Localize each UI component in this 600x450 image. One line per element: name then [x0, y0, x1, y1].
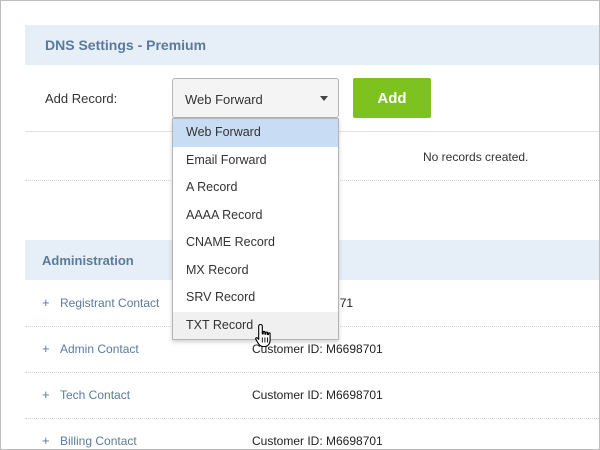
dns-settings-panel: DNS Settings - Premium Add Record: Web F… — [0, 0, 600, 450]
plus-icon[interactable]: + — [42, 280, 50, 326]
record-type-option[interactable]: Email Forward — [173, 147, 338, 175]
caret-down-icon — [320, 96, 328, 101]
contact-link[interactable]: Admin Contact — [60, 326, 139, 372]
contact-link[interactable]: Tech Contact — [60, 372, 130, 418]
plus-icon[interactable]: + — [42, 418, 50, 449]
record-type-selected-value: Web Forward — [185, 92, 263, 107]
contact-row-tech: + Tech Contact Customer ID: M6698701 — [25, 372, 599, 418]
administration-title: Administration — [42, 253, 134, 268]
add-record-label: Add Record: — [45, 91, 118, 106]
contact-link[interactable]: Billing Contact — [60, 418, 137, 449]
no-records-message: No records created. — [423, 150, 529, 164]
record-type-option[interactable]: Web Forward — [173, 119, 338, 147]
record-type-option[interactable]: CNAME Record — [173, 229, 338, 257]
record-type-option[interactable]: SRV Record — [173, 284, 338, 312]
record-type-option[interactable]: MX Record — [173, 257, 338, 285]
hand-pointer-icon — [255, 323, 271, 348]
add-record-button[interactable]: Add — [353, 78, 431, 118]
plus-icon[interactable]: + — [42, 372, 50, 418]
plus-icon[interactable]: + — [42, 326, 50, 372]
customer-id-value: Customer ID: M6698701 — [252, 388, 383, 402]
record-type-option[interactable]: A Record — [173, 174, 338, 202]
dns-settings-title: DNS Settings - Premium — [45, 37, 207, 53]
contact-link[interactable]: Registrant Contact — [60, 280, 159, 326]
dns-settings-header: DNS Settings - Premium — [25, 25, 599, 65]
contact-row-billing: + Billing Contact Customer ID: M6698701 — [25, 418, 599, 449]
record-type-dropdown: Web Forward Email Forward A Record AAAA … — [172, 118, 339, 340]
record-type-select[interactable]: Web Forward — [172, 78, 339, 118]
record-type-option[interactable]: AAAA Record — [173, 202, 338, 230]
customer-id-value: Customer ID: M6698701 — [252, 434, 383, 448]
